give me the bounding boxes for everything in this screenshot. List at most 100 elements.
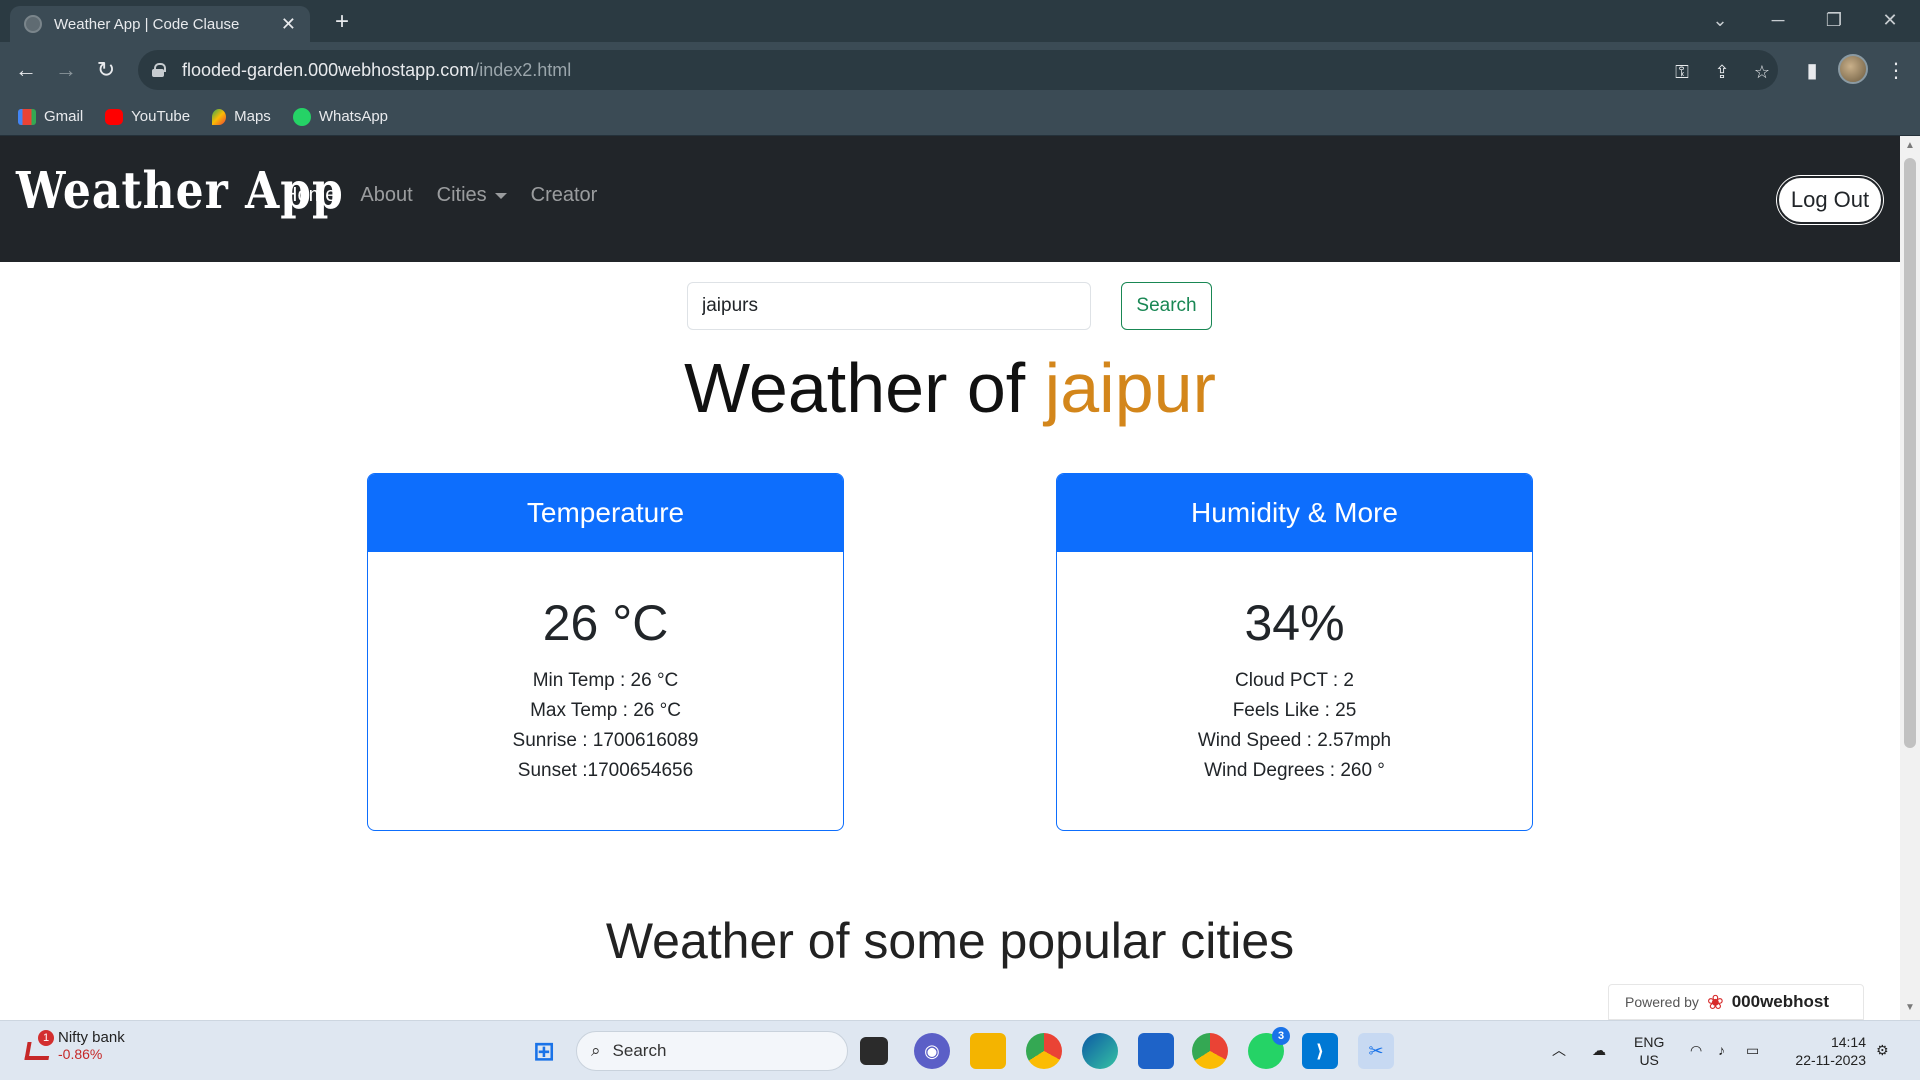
key-icon[interactable]: ⚿ xyxy=(1668,58,1696,86)
headline-prefix: Weather of xyxy=(684,349,1045,427)
taskbar-search-label: Search xyxy=(612,1041,667,1060)
youtube-icon xyxy=(105,108,124,125)
powered-by-badge[interactable]: Powered by ❀ 000webhost xyxy=(1608,984,1864,1020)
powered-by-brand: 000webhost xyxy=(1731,992,1830,1011)
reload-icon[interactable]: ↻ xyxy=(90,54,122,86)
whatsapp-badge: 3 xyxy=(1272,1027,1290,1045)
onedrive-icon[interactable]: ☁ xyxy=(1592,1041,1606,1059)
profile-avatar[interactable] xyxy=(1838,54,1868,84)
nav-link-cities-label: Cities xyxy=(436,184,487,206)
vscode-icon[interactable]: ⟩ xyxy=(1302,1033,1338,1069)
bookmark-label: Gmail xyxy=(44,108,84,125)
temperature-card: Temperature 26 °C Min Temp : 26 °C Max T… xyxy=(367,473,844,831)
bookmark-gmail[interactable]: Gmail xyxy=(18,108,83,125)
feels-like: Feels Like : 25 xyxy=(1232,700,1357,721)
nav-link-cities[interactable]: Cities xyxy=(437,184,507,207)
url-host: flooded-garden.000webhostapp.com xyxy=(182,59,475,80)
tab-close-icon[interactable]: ✕ xyxy=(281,14,296,35)
taskbar: 1 Nifty bank -0.86% ⊞ ⌕ Search ◉ 3 ⟩ ✂ ︿… xyxy=(0,1020,1920,1080)
chrome-profile-icon[interactable] xyxy=(1192,1033,1228,1069)
wind-degrees: Wind Degrees : 260 ° xyxy=(1204,760,1385,781)
forward-icon[interactable]: → xyxy=(50,54,82,86)
back-icon[interactable]: ← xyxy=(10,54,42,86)
snipping-tool-icon[interactable]: ✂ xyxy=(1358,1033,1394,1069)
gmail-icon xyxy=(18,108,36,125)
whatsapp-icon xyxy=(292,107,311,126)
wifi-icon[interactable]: ◠ xyxy=(1690,1041,1702,1059)
start-icon[interactable]: ⊞ xyxy=(526,1033,562,1069)
search-button[interactable]: Search xyxy=(1121,282,1212,330)
widget-title: Nifty bank xyxy=(58,1029,125,1046)
webhost-logo-icon: ❀ xyxy=(1706,991,1724,1014)
browser-tab[interactable]: Weather App | Code Clause ✕ xyxy=(10,6,310,42)
menu-icon[interactable]: ⋮ xyxy=(1880,54,1912,86)
restore-icon[interactable]: ❐ xyxy=(1806,0,1862,40)
wind-speed: Wind Speed : 2.57mph xyxy=(1197,730,1392,751)
bookmark-star-icon[interactable]: ☆ xyxy=(1748,58,1776,86)
minimize-icon[interactable]: ─ xyxy=(1750,0,1806,40)
teams-chat-icon[interactable]: ◉ xyxy=(914,1033,950,1069)
lang-bottom: US xyxy=(1639,1052,1659,1068)
scrollbar-thumb[interactable] xyxy=(1904,158,1916,748)
chrome-icon[interactable] xyxy=(1026,1033,1062,1069)
taskbar-search[interactable]: ⌕ Search xyxy=(576,1031,848,1071)
lang-top: ENG xyxy=(1634,1034,1665,1050)
clock-date: 22-11-2023 xyxy=(1795,1052,1866,1068)
stock-trend-icon: 1 xyxy=(24,1029,54,1058)
file-explorer-icon[interactable] xyxy=(970,1033,1006,1069)
powered-by-label: Powered by xyxy=(1625,994,1699,1010)
page-scrollbar[interactable]: ▲ ▼ xyxy=(1900,136,1920,1020)
clock-time: 14:14 xyxy=(1830,1034,1866,1050)
humidity-card: Humidity & More 34% Cloud PCT : 2 Feels … xyxy=(1056,473,1533,831)
logout-button[interactable]: Log Out xyxy=(1777,176,1883,224)
nav-link-home[interactable]: Home xyxy=(283,184,336,207)
sunrise: Sunrise : 1700616089 xyxy=(512,730,699,751)
volume-icon[interactable]: ♪ xyxy=(1718,1041,1725,1059)
city-search-input[interactable] xyxy=(687,282,1091,330)
stock-widget[interactable]: 1 Nifty bank -0.86% xyxy=(24,1029,125,1062)
headline-city: jaipur xyxy=(1044,349,1216,427)
tab-search-icon[interactable]: ⌄ xyxy=(1692,0,1748,40)
min-temp: Min Temp : 26 °C xyxy=(532,670,679,691)
humidity-card-title: Humidity & More xyxy=(1057,474,1532,552)
bookmark-whatsapp[interactable]: WhatsApp xyxy=(292,107,388,126)
side-panel-icon[interactable]: ▮ xyxy=(1796,54,1828,86)
site-navbar: Weather App Home About Cities Creator Lo… xyxy=(0,136,1900,262)
tray-overflow-icon[interactable]: ︿ xyxy=(1552,1041,1566,1059)
bookmark-maps[interactable]: Maps xyxy=(212,108,271,125)
notification-icon[interactable]: ⚙ xyxy=(1876,1041,1889,1059)
tab-favicon-icon xyxy=(24,15,42,33)
task-view-icon[interactable] xyxy=(860,1037,888,1065)
store-icon[interactable] xyxy=(1138,1033,1174,1069)
temperature-value: 26 °C xyxy=(542,595,669,651)
scroll-up-icon[interactable]: ▲ xyxy=(1905,140,1915,151)
nav-link-about[interactable]: About xyxy=(360,184,412,207)
tab-title: Weather App | Code Clause xyxy=(54,15,240,33)
share-icon[interactable]: ⇪ xyxy=(1708,58,1736,86)
edge-icon[interactable] xyxy=(1082,1033,1118,1069)
new-tab-icon[interactable]: + xyxy=(326,6,358,38)
weather-headline: Weather of jaipur xyxy=(0,348,1900,428)
max-temp: Max Temp : 26 °C xyxy=(530,700,681,721)
scroll-down-icon[interactable]: ▼ xyxy=(1905,1002,1915,1013)
window-close-icon[interactable]: ✕ xyxy=(1862,0,1918,40)
clock[interactable]: 14:14 22-11-2023 xyxy=(1786,1033,1866,1069)
widget-badge: 1 xyxy=(38,1029,54,1046)
url-path: /index2.html xyxy=(474,59,572,80)
browser-tabstrip: Weather App | Code Clause ✕ + ⌄ ─ ❐ ✕ xyxy=(0,0,1920,42)
sunset: Sunset :1700654656 xyxy=(517,760,694,781)
nav-link-creator[interactable]: Creator xyxy=(531,184,598,207)
bookmarks-bar: Gmail YouTube Maps WhatsApp xyxy=(0,98,1920,136)
address-bar[interactable]: flooded-garden.000webhostapp.com/index2.… xyxy=(138,50,1778,90)
cloud-pct: Cloud PCT : 2 xyxy=(1235,670,1354,691)
bookmark-youtube[interactable]: YouTube xyxy=(105,108,190,125)
maps-icon xyxy=(212,108,227,125)
lock-icon xyxy=(152,63,166,77)
whatsapp-app-icon[interactable]: 3 xyxy=(1248,1027,1290,1069)
battery-icon[interactable]: ▭ xyxy=(1746,1041,1759,1059)
temperature-card-body: 26 °C Min Temp : 26 °C Max Temp : 26 °C … xyxy=(368,552,843,786)
widget-value: -0.86% xyxy=(58,1046,103,1062)
humidity-value: 34% xyxy=(1244,595,1345,651)
nav-links: Home About Cities Creator xyxy=(283,184,597,207)
language-indicator[interactable]: ENG US xyxy=(1634,1033,1664,1069)
